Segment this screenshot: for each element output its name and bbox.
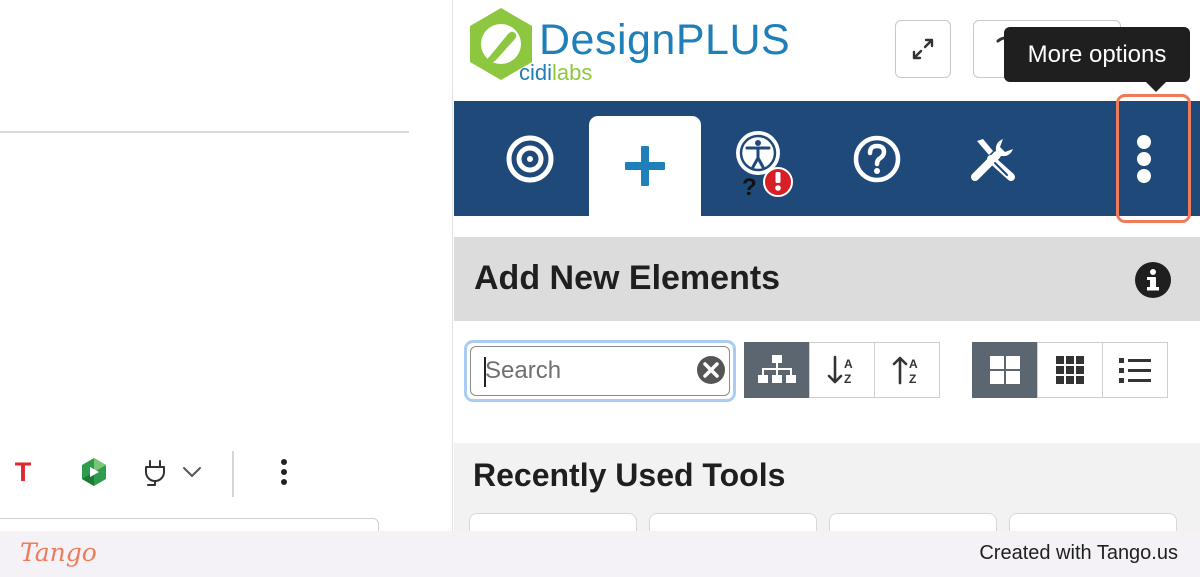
sort-button-group: A Z A Z (744, 342, 940, 398)
chevron-down-icon[interactable] (180, 462, 204, 482)
hierarchy-button[interactable] (744, 342, 810, 398)
recently-used-section: Recently Used Tools (454, 443, 1200, 543)
question-circle-icon (853, 135, 901, 182)
list-icon (1119, 358, 1151, 383)
search-controls: A Z A Z (453, 321, 1200, 443)
tango-footer: Tango Created with Tango.us (0, 531, 1200, 577)
brand-name: DesignPLUS (539, 16, 791, 64)
accessibility-icon: ? (736, 130, 793, 199)
view-button-group (972, 342, 1168, 398)
info-circle-icon[interactable] (1134, 261, 1172, 299)
target-icon (506, 135, 554, 182)
svg-text:Z: Z (844, 372, 851, 386)
designplus-panel: DesignPLUS cidilabs More options ? Add N… (452, 0, 1200, 543)
editor-content-box (0, 518, 379, 532)
svg-text:A: A (844, 357, 853, 371)
green-app-icon[interactable] (78, 456, 110, 488)
list-view-button[interactable] (1102, 342, 1168, 398)
sort-desc-button[interactable]: A Z (874, 342, 940, 398)
plug-icon[interactable] (138, 455, 174, 489)
section-title: Add New Elements (474, 259, 781, 297)
svg-text:Z: Z (909, 372, 916, 386)
brand-subtitle: cidilabs (519, 60, 592, 86)
clear-search-icon[interactable] (695, 354, 727, 386)
tab-tools[interactable] (937, 101, 1049, 216)
brand-sub-cidi: cidi (519, 60, 553, 85)
editor-divider (0, 131, 409, 133)
tango-logo: Tango (20, 538, 97, 567)
vertical-ellipsis-icon[interactable] (272, 455, 296, 489)
search-focus-ring (464, 340, 736, 402)
tab-bar: ? (454, 101, 1200, 216)
tab-accessibility[interactable]: ? (704, 101, 816, 216)
panel-header: DesignPLUS cidilabs More options (453, 0, 1200, 101)
small-grid-icon (1056, 356, 1084, 384)
search-input[interactable] (470, 346, 730, 396)
tab-target[interactable] (474, 101, 586, 216)
text-color-icon[interactable]: T (10, 457, 36, 487)
recently-used-title: Recently Used Tools (473, 457, 786, 493)
toolbar-divider (232, 451, 234, 497)
sort-alpha-up-icon: A Z (892, 356, 918, 386)
brand-sub-labs: labs (552, 60, 593, 85)
tab-add[interactable] (589, 116, 701, 216)
editor-pane: T (0, 0, 452, 532)
sort-asc-button[interactable]: A Z (809, 342, 875, 398)
tango-credit: Created with Tango.us (979, 542, 1178, 564)
wrench-screwdriver-icon (971, 138, 1015, 181)
expand-button[interactable] (895, 20, 951, 78)
tab-help[interactable] (821, 101, 933, 216)
svg-text:A: A (909, 357, 918, 371)
click-highlight (1116, 94, 1191, 223)
plus-icon (625, 146, 665, 186)
svg-text:?: ? (742, 174, 757, 199)
sort-alpha-down-icon: A Z (827, 355, 853, 386)
tooltip-arrow (1145, 81, 1167, 92)
section-header: Add New Elements (454, 237, 1200, 321)
expand-arrows-icon (912, 38, 934, 60)
text-caret (484, 357, 486, 387)
small-grid-button[interactable] (1037, 342, 1103, 398)
sitemap-icon (758, 355, 796, 383)
large-grid-button[interactable] (972, 342, 1038, 398)
more-options-tooltip: More options (1004, 27, 1190, 82)
large-grid-icon (990, 356, 1020, 384)
